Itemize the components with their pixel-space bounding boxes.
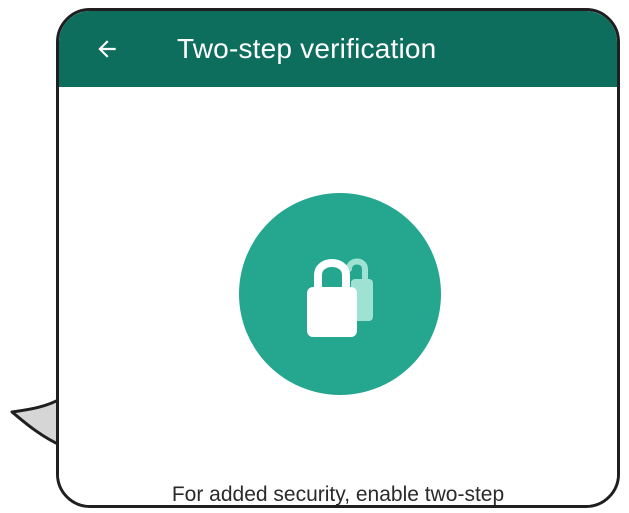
app-bar: Two-step verification bbox=[59, 11, 617, 87]
page-title: Two-step verification bbox=[177, 33, 437, 64]
lock-illustration bbox=[239, 193, 441, 395]
main-content: For added security, enable two-step bbox=[59, 87, 617, 505]
arrow-back-icon bbox=[98, 40, 116, 58]
screenshot-stage: Two-step verification For added security… bbox=[0, 0, 629, 513]
phone-screen: Two-step verification For added security… bbox=[56, 8, 620, 508]
security-description: For added security, enable two-step bbox=[171, 483, 505, 506]
back-button[interactable] bbox=[79, 21, 135, 77]
lock-icon bbox=[307, 258, 373, 337]
